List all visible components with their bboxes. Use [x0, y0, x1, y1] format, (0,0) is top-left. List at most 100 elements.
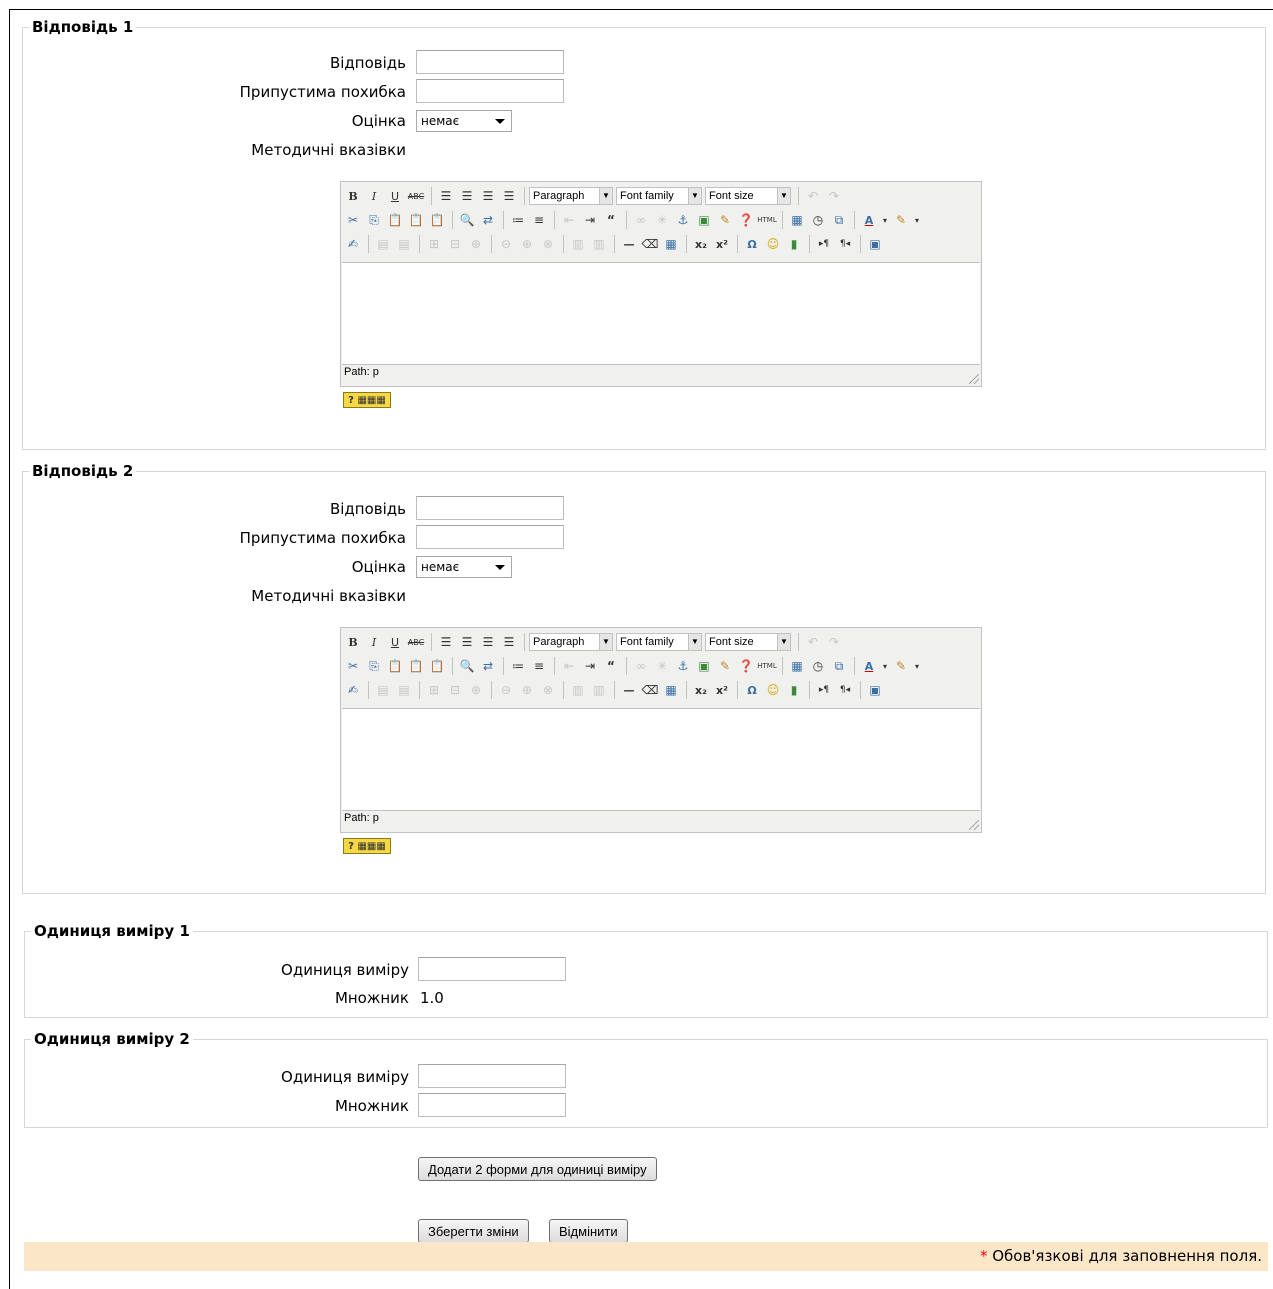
fullscreen-icon[interactable]: ▣: [865, 680, 885, 700]
table-cell-props-icon[interactable]: ⊟: [445, 680, 465, 700]
chevron-down-icon[interactable]: ▾: [880, 656, 890, 676]
answer-2-tolerance-input[interactable]: [416, 525, 564, 549]
table-icon[interactable]: ▦: [661, 680, 681, 700]
insert-date-icon[interactable]: ▦: [787, 210, 807, 230]
align-center-icon[interactable]: ☰: [457, 632, 477, 652]
media-icon[interactable]: ▮: [784, 234, 804, 254]
table-insert-col-icon[interactable]: ⊕: [517, 680, 537, 700]
background-color-icon[interactable]: ✎: [891, 656, 911, 676]
media-icon[interactable]: ▮: [784, 680, 804, 700]
table-merge-icon[interactable]: ▥: [589, 234, 609, 254]
help-icon[interactable]: ❓: [736, 210, 756, 230]
save-button[interactable]: Зберегти зміни: [418, 1219, 529, 1243]
preview-icon[interactable]: ⧉: [829, 210, 849, 230]
remove-format-icon[interactable]: ⌫: [640, 234, 660, 254]
format-select[interactable]: Paragraph ▼: [529, 633, 613, 651]
numbered-list-icon[interactable]: ≡: [529, 210, 549, 230]
anchor-icon[interactable]: ⚓: [673, 210, 693, 230]
table-row-props-icon[interactable]: ⊞: [424, 234, 444, 254]
html-source-icon[interactable]: HTML: [757, 210, 777, 230]
strikethrough-icon[interactable]: ABC: [406, 186, 426, 206]
answer-2-grade-select[interactable]: немає: [416, 556, 512, 578]
horizontal-rule-icon[interactable]: —: [619, 234, 639, 254]
text-color-icon[interactable]: A: [859, 656, 879, 676]
strikethrough-icon[interactable]: ABC: [406, 632, 426, 652]
bold-icon[interactable]: B: [343, 186, 363, 206]
image-icon[interactable]: ▣: [694, 656, 714, 676]
answer-1-tolerance-input[interactable]: [416, 79, 564, 103]
indent-icon[interactable]: ⇥: [580, 656, 600, 676]
table-split-icon[interactable]: ▥: [568, 680, 588, 700]
anchor-icon[interactable]: ⚓: [673, 656, 693, 676]
find-icon[interactable]: 🔍: [457, 210, 477, 230]
cancel-button[interactable]: Відмінити: [549, 1219, 628, 1243]
copy-icon[interactable]: ⎘: [364, 656, 384, 676]
cut-icon[interactable]: ✂: [343, 656, 363, 676]
table-delete-row-icon[interactable]: ⊖: [496, 234, 516, 254]
chevron-down-icon[interactable]: ▾: [912, 210, 922, 230]
table-delete-col-icon[interactable]: ⊗: [538, 234, 558, 254]
insert-date-icon[interactable]: ▦: [787, 656, 807, 676]
unlink-icon[interactable]: ✳: [652, 210, 672, 230]
bullet-list-icon[interactable]: ≔: [508, 210, 528, 230]
paste-icon[interactable]: 📋: [385, 210, 405, 230]
outdent-icon[interactable]: ⇤: [559, 656, 579, 676]
paste-word-icon[interactable]: 📋: [427, 656, 447, 676]
special-char-icon[interactable]: Ω: [742, 680, 762, 700]
redo-icon[interactable]: ↷: [824, 632, 844, 652]
rtl-icon[interactable]: ▤: [394, 680, 414, 700]
copy-icon[interactable]: ⎘: [364, 210, 384, 230]
align-center-icon[interactable]: ☰: [457, 186, 477, 206]
unit-1-unit-input[interactable]: [418, 957, 566, 981]
add-unit-forms-button[interactable]: Додати 2 форми для одиниці виміру: [418, 1157, 657, 1181]
visual-chars-icon[interactable]: ¶◂: [835, 680, 855, 700]
find-icon[interactable]: 🔍: [457, 656, 477, 676]
undo-icon[interactable]: ↶: [803, 632, 823, 652]
unlink-icon[interactable]: ✳: [652, 656, 672, 676]
ltr-icon[interactable]: ▤: [373, 680, 393, 700]
font-size-select[interactable]: Font size ▼: [705, 187, 791, 205]
fullscreen-icon[interactable]: ▣: [865, 234, 885, 254]
align-justify-icon[interactable]: ☰: [499, 186, 519, 206]
horizontal-rule-icon[interactable]: —: [619, 680, 639, 700]
cut-icon[interactable]: ✂: [343, 210, 363, 230]
table-row-props-icon[interactable]: ⊞: [424, 680, 444, 700]
link-icon[interactable]: ∞: [631, 656, 651, 676]
bold-icon[interactable]: B: [343, 632, 363, 652]
ltr-icon[interactable]: ▤: [373, 234, 393, 254]
insert-time-icon[interactable]: ◷: [808, 656, 828, 676]
visual-chars-icon[interactable]: ¶◂: [835, 234, 855, 254]
bullet-list-icon[interactable]: ≔: [508, 656, 528, 676]
link-icon[interactable]: ∞: [631, 210, 651, 230]
paste-word-icon[interactable]: 📋: [427, 210, 447, 230]
table-insert-row-icon[interactable]: ⊕: [466, 234, 486, 254]
align-left-icon[interactable]: ☰: [436, 632, 456, 652]
answer-1-answer-input[interactable]: [416, 50, 564, 74]
nonbreaking-icon[interactable]: ▸¶: [814, 234, 834, 254]
paste-text-icon[interactable]: 📋: [406, 210, 426, 230]
blockquote-icon[interactable]: “: [601, 210, 621, 230]
remove-format-icon[interactable]: ⌫: [640, 680, 660, 700]
preview-icon[interactable]: ⧉: [829, 656, 849, 676]
table-cell-props-icon[interactable]: ⊟: [445, 234, 465, 254]
table-merge-icon[interactable]: ▥: [589, 680, 609, 700]
italic-icon[interactable]: I: [364, 186, 384, 206]
editor-help-button[interactable]: ? ▦▦▦: [343, 838, 391, 854]
image-icon[interactable]: ▣: [694, 210, 714, 230]
editor-content-area[interactable]: [342, 708, 980, 811]
font-size-select[interactable]: Font size ▼: [705, 633, 791, 651]
table-split-icon[interactable]: ▥: [568, 234, 588, 254]
table-insert-row-icon[interactable]: ⊕: [466, 680, 486, 700]
text-color-icon[interactable]: A: [859, 210, 879, 230]
emoticon-icon[interactable]: ☺: [763, 680, 783, 700]
blockquote-icon[interactable]: “: [601, 656, 621, 676]
subscript-icon[interactable]: x₂: [691, 234, 711, 254]
paste-text-icon[interactable]: 📋: [406, 656, 426, 676]
table-delete-col-icon[interactable]: ⊗: [538, 680, 558, 700]
answer-2-answer-input[interactable]: [416, 496, 564, 520]
font-family-select[interactable]: Font family ▼: [616, 187, 702, 205]
cleanup-icon[interactable]: ✎: [715, 210, 735, 230]
align-right-icon[interactable]: ☰: [478, 186, 498, 206]
insert-time-icon[interactable]: ◷: [808, 210, 828, 230]
table-icon[interactable]: ▦: [661, 234, 681, 254]
